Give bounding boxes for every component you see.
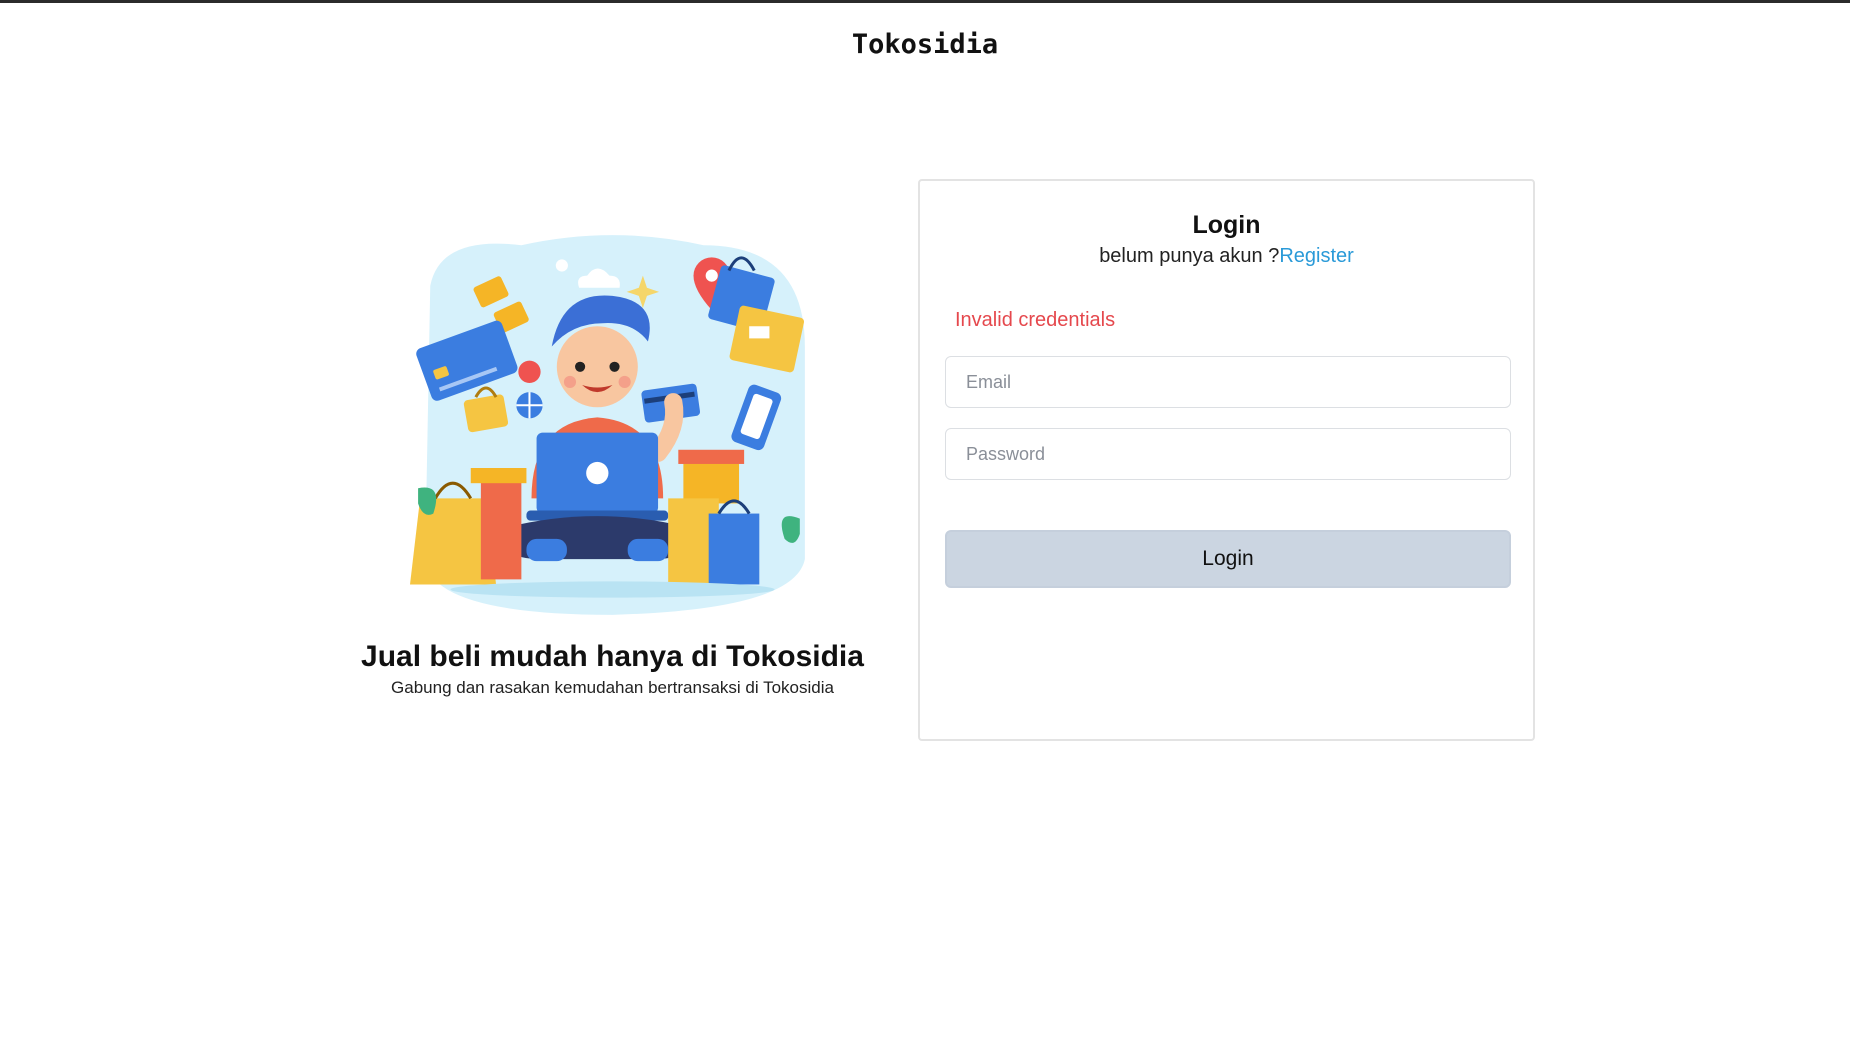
login-button[interactable]: Login [945, 530, 1511, 588]
online-shopping-illustration [410, 235, 805, 615]
password-field[interactable] [945, 428, 1511, 480]
register-prompt: belum punya akun ?Register [920, 245, 1533, 268]
hero-title: Jual beli mudah hanya di Tokosidia [361, 640, 864, 673]
hero-subtitle: Gabung dan rasakan kemudahan bertransaks… [391, 678, 834, 697]
register-prompt-text: belum punya akun ? [1099, 245, 1280, 267]
hero-section: Jual beli mudah hanya di Tokosidia Gabun… [340, 225, 885, 698]
error-message: Invalid credentials [955, 309, 1116, 331]
app-brand: Tokosidia [851, 29, 999, 60]
email-field[interactable] [945, 356, 1511, 408]
login-card: Login belum punya akun ?Register Invalid… [918, 179, 1535, 741]
top-border [0, 0, 1850, 3]
register-link[interactable]: Register [1279, 245, 1353, 267]
login-title: Login [1192, 211, 1261, 239]
